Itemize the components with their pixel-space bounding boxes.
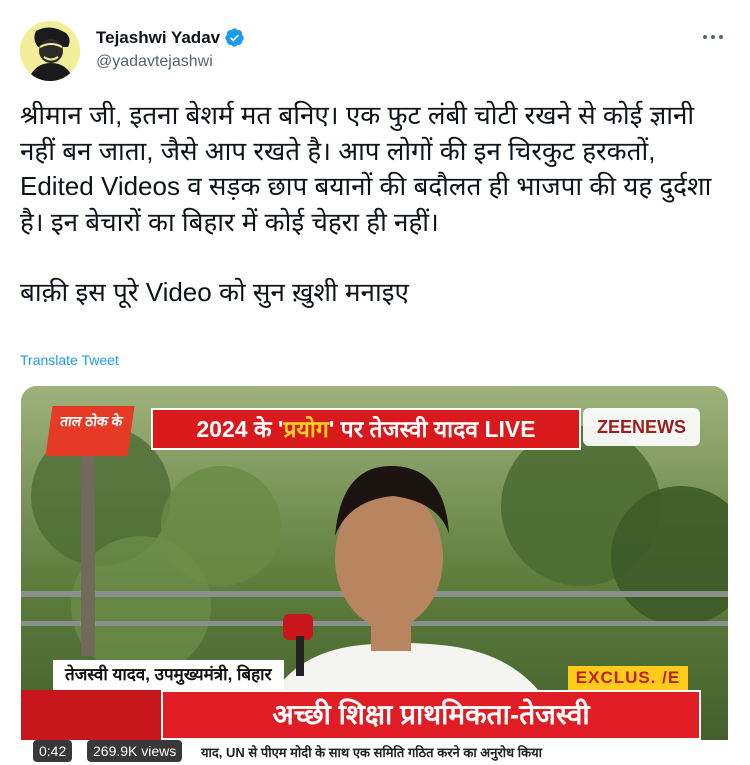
tweet-paragraph-1: श्रीमान जी, इतना बेशर्म मत बनिए। एक फुट …: [20, 100, 712, 237]
top-banner-highlight: प्रयोग: [283, 416, 329, 442]
author-handle[interactable]: @yadavtejashwi: [96, 53, 213, 71]
exclusive-tag: EXCLUS. /E: [568, 666, 688, 690]
tweet-paragraph-2: बाक़ी इस पूरे Video को सुन ख़ुशी मनाइए: [20, 277, 409, 307]
tweet-text: श्रीमान जी, इतना बेशर्म मत बनिए। एक फुट …: [20, 98, 732, 311]
translate-tweet-link[interactable]: Translate Tweet: [20, 352, 119, 368]
video-headline: अच्छी शिक्षा प्राथमिकता-तेजस्वी: [161, 690, 701, 740]
video-player[interactable]: ताल ठोक के 2024 के 'प्रयोग' पर तेजस्वी य…: [21, 386, 728, 765]
channel-logo: ZEENEWS: [582, 408, 700, 446]
tweet-card: Tejashwi Yadav @yadavtejashwi श्रीमान जी…: [0, 0, 750, 765]
verified-badge-icon: [225, 28, 244, 47]
profile-avatar-icon: [20, 21, 80, 81]
show-logo: ताल ठोक के: [45, 406, 135, 456]
video-views-badge: 269.9K views: [87, 740, 183, 762]
author-display-name[interactable]: Tejashwi Yadav: [96, 28, 220, 48]
top-banner-post: ' पर तेजस्वी यादव LIVE: [328, 416, 536, 442]
author-avatar[interactable]: [20, 21, 80, 81]
video-top-banner: 2024 के 'प्रयोग' पर तेजस्वी यादव LIVE: [151, 408, 581, 450]
ticker-text: याद, UN से पीएम मोदी के साथ एक समिति गठि…: [201, 745, 542, 760]
headline-left-strip: [21, 690, 161, 740]
author-name-row[interactable]: Tejashwi Yadav: [96, 27, 245, 48]
lower-third-caption: तेजस्वी यादव, उपमुख्यमंत्री, बिहार: [53, 660, 284, 690]
more-dots-icon[interactable]: [700, 26, 726, 48]
video-duration-badge: 0:42: [33, 740, 73, 762]
top-banner-pre: 2024 के ': [196, 416, 284, 442]
